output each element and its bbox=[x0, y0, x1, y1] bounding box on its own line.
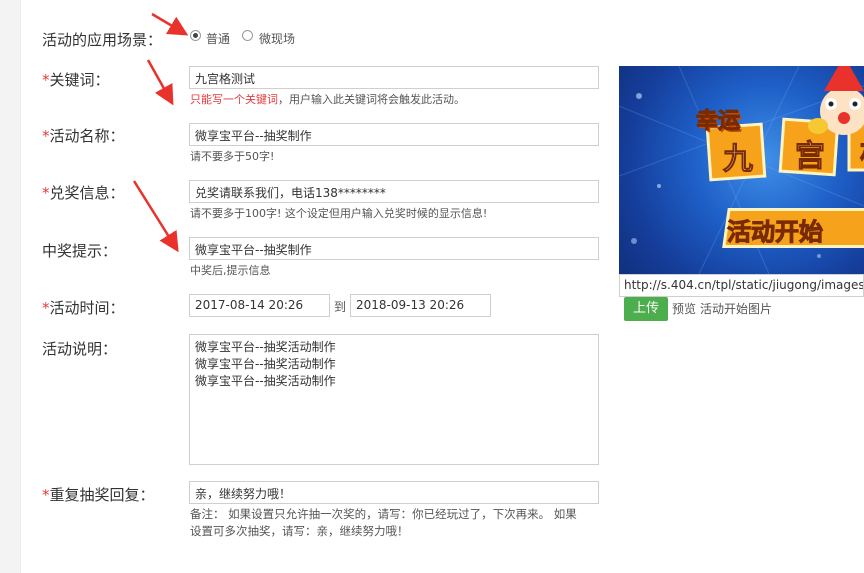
description-textarea[interactable]: 微享宝平台--抽奖活动制作 微享宝平台--抽奖活动制作 微享宝平台--抽奖活动制… bbox=[189, 334, 599, 465]
prize-tip-input[interactable]: 微享宝平台--抽奖制作 bbox=[189, 237, 599, 260]
banner-grid-char: 格 bbox=[860, 128, 864, 172]
start-time-input[interactable]: 2017-08-14 20:26 bbox=[189, 294, 330, 317]
image-url-input[interactable]: http://s.404.cn/tpl/static/jiugong/image… bbox=[619, 274, 864, 297]
radio-live[interactable] bbox=[242, 30, 253, 41]
repeat-reply-label-text: 重复抽奖回复： bbox=[49, 486, 155, 504]
keyword-label: *关键词： bbox=[42, 69, 110, 90]
banner-grid-char: 宫 bbox=[795, 139, 826, 175]
description-line: 微享宝平台--抽奖活动制作 bbox=[195, 357, 336, 371]
redeem-label-text: 兑奖信息： bbox=[49, 184, 125, 202]
description-line: 微享宝平台--抽奖活动制作 bbox=[195, 374, 336, 388]
keyword-label-text: 关键词： bbox=[49, 71, 110, 89]
required-star: * bbox=[42, 127, 50, 145]
radio-normal[interactable] bbox=[190, 30, 201, 41]
required-star: * bbox=[42, 486, 50, 504]
name-hint: 请不要多于50字! bbox=[190, 150, 275, 163]
preview-link[interactable]: 预览 bbox=[672, 300, 696, 317]
repeat-reply-input[interactable]: 亲，继续努力哦！ bbox=[189, 481, 599, 504]
required-star: * bbox=[42, 299, 50, 317]
time-label: *活动时间： bbox=[42, 297, 125, 318]
banner-start-text: 活动开始 bbox=[727, 218, 824, 247]
redeem-hint: 请不要多于100字! 这个设定但用户输入兑奖时候的显示信息! bbox=[190, 207, 488, 220]
time-label-text: 活动时间： bbox=[49, 299, 125, 317]
banner-grid-char: 九 bbox=[723, 142, 754, 178]
prize-tip-label: 中奖提示： bbox=[42, 242, 118, 260]
prize-tip-hint: 中奖后,提示信息 bbox=[190, 264, 271, 277]
time-separator: 到 bbox=[334, 300, 347, 314]
radio-normal-circle[interactable] bbox=[190, 30, 201, 41]
upload-button[interactable]: 上传 bbox=[624, 297, 668, 321]
radio-live-label[interactable]: 微现场 bbox=[259, 30, 295, 47]
keyword-hint-red: 只能写一个关键词 bbox=[190, 93, 278, 106]
activity-start-image: 幸运 九 宫 格 活动开始 bbox=[619, 66, 864, 274]
scene-label: 活动的应用场景： bbox=[42, 31, 163, 49]
required-star: * bbox=[42, 184, 50, 202]
description-label: 活动说明： bbox=[42, 340, 118, 358]
keyword-hint: 只能写一个关键词，用户输入此关键词将会触发此活动。 bbox=[190, 91, 465, 107]
radio-live-circle[interactable] bbox=[242, 30, 253, 41]
name-label: *活动名称： bbox=[42, 125, 125, 146]
name-label-text: 活动名称： bbox=[49, 127, 125, 145]
repeat-reply-label: *重复抽奖回复： bbox=[42, 484, 155, 505]
name-input[interactable]: 微享宝平台--抽奖制作 bbox=[189, 123, 599, 146]
redeem-label: *兑奖信息： bbox=[42, 182, 125, 203]
required-star: * bbox=[42, 71, 50, 89]
end-time-input[interactable]: 2018-09-13 20:26 bbox=[350, 294, 491, 317]
keyword-hint-rest: ，用户输入此关键词将会触发此活动。 bbox=[278, 93, 465, 106]
banner-title: 幸运 bbox=[695, 109, 741, 135]
radio-normal-label[interactable]: 普通 bbox=[206, 30, 230, 47]
repeat-reply-note-1: 备注： 如果设置只允许抽一次奖的，请写：你已经玩过了，下次再来。 如果 bbox=[190, 507, 577, 521]
keyword-input[interactable]: 九宫格测试 bbox=[189, 66, 599, 89]
image-caption: 活动开始图片 bbox=[700, 302, 773, 316]
description-line: 微享宝平台--抽奖活动制作 bbox=[195, 340, 336, 354]
repeat-reply-note-2: 设置可多次抽奖，请写：亲，继续努力哦！ bbox=[190, 524, 409, 538]
redeem-input[interactable]: 兑奖请联系我们，电话138******** bbox=[189, 180, 599, 203]
